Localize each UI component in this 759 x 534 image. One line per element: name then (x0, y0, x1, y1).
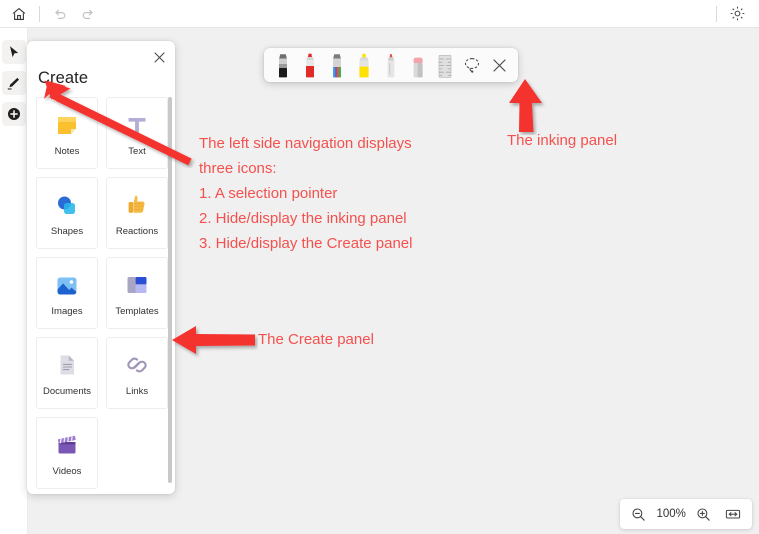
templates-icon (122, 270, 152, 300)
top-toolbar-right-group (710, 2, 759, 26)
create-tile-label: Templates (115, 305, 159, 317)
pen-rainbow-icon (333, 54, 341, 78)
pen-red-icon (306, 53, 314, 78)
gear-icon[interactable] (723, 2, 751, 26)
close-icon (492, 58, 506, 72)
annotation-create-panel-note: The Create panel (258, 331, 374, 348)
create-tile-label: Links (125, 385, 149, 397)
thumbs-up-icon (122, 190, 152, 220)
ruler-icon (438, 55, 452, 78)
arrow-to-ink-panel (509, 79, 542, 132)
top-toolbar (0, 0, 759, 28)
zoom-level-label[interactable]: 100% (656, 508, 685, 520)
create-tile-label: Reactions (115, 225, 159, 237)
lasso-select-icon (464, 58, 480, 73)
ink-tool-pen-red[interactable] (297, 50, 323, 80)
link-chain-icon (122, 350, 152, 380)
pen-black-icon (279, 54, 287, 78)
ink-tool-pen-black[interactable] (270, 50, 296, 80)
annotation-ink-panel-note: The inking panel (507, 132, 618, 149)
create-tile-label: Videos (52, 465, 82, 477)
eraser-icon (413, 57, 423, 78)
arrow-to-create-panel (172, 326, 255, 354)
cursor-arrow-icon (7, 45, 21, 59)
ink-tool-pencil[interactable] (378, 50, 404, 80)
inking-panel (264, 48, 518, 82)
highlighter-yellow-icon (359, 53, 369, 78)
redo-icon[interactable] (74, 2, 102, 26)
zoom-out-icon[interactable] (627, 502, 651, 526)
close-ink-panel-button[interactable] (486, 50, 512, 80)
ink-tool-highlighter-yellow[interactable] (351, 50, 377, 80)
ink-tool-ruler[interactable] (432, 50, 458, 80)
pencil-icon (387, 54, 395, 78)
close-icon[interactable] (149, 47, 169, 67)
image-icon (52, 270, 82, 300)
top-toolbar-left-group (0, 2, 102, 26)
ink-tool-lasso-select[interactable] (459, 50, 485, 80)
undo-icon[interactable] (46, 2, 74, 26)
create-tile-documents[interactable]: Documents (36, 337, 98, 409)
create-tile-videos[interactable]: Videos (36, 417, 98, 489)
zoom-controls: 100% (620, 499, 752, 529)
sidebar-item-selection-pointer[interactable] (1, 40, 26, 64)
ink-tool-eraser[interactable] (405, 50, 431, 80)
create-tile-label: Images (51, 305, 83, 317)
arrow-to-left-nav (44, 80, 192, 166)
annotation-left-nav-note: The left side navigation displays three … (199, 135, 413, 252)
create-tile-shapes[interactable]: Shapes (36, 177, 98, 249)
toolbar-divider-right (716, 5, 717, 22)
create-tile-label: Documents (42, 385, 92, 397)
fit-to-screen-icon[interactable] (721, 502, 745, 526)
toolbar-divider (39, 5, 40, 22)
whiteboard-app: Create Notes Text Shapes Reactions Image… (0, 0, 759, 534)
video-clapperboard-icon (52, 430, 82, 460)
document-icon (52, 350, 82, 380)
home-icon[interactable] (5, 2, 33, 26)
ink-tool-pen-rainbow[interactable] (324, 50, 350, 80)
create-tile-links[interactable]: Links (106, 337, 168, 409)
create-tile-templates[interactable]: Templates (106, 257, 168, 329)
create-tile-reactions[interactable]: Reactions (106, 177, 168, 249)
create-tile-images[interactable]: Images (36, 257, 98, 329)
create-tile-label: Shapes (50, 225, 84, 237)
shapes-icon (52, 190, 82, 220)
zoom-in-icon[interactable] (692, 502, 716, 526)
